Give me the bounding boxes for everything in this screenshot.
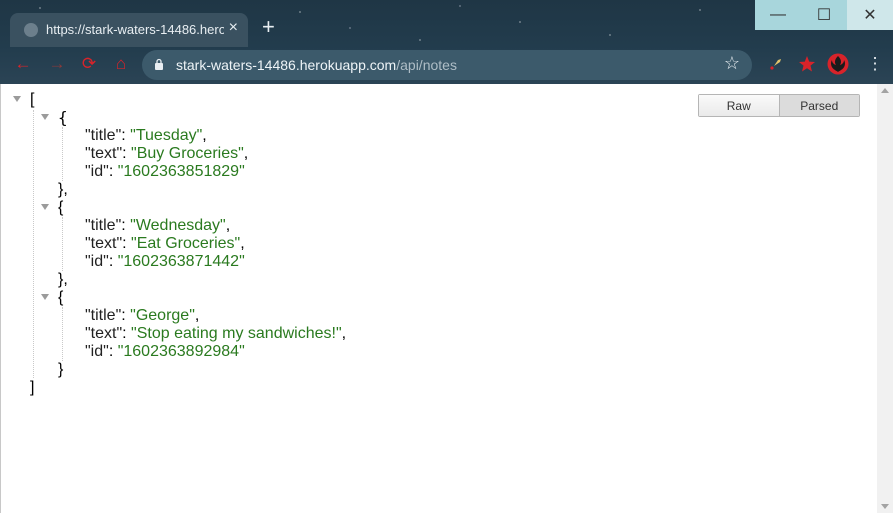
vertical-scrollbar[interactable] (877, 84, 893, 513)
json-string: "1602363871442" (117, 253, 245, 270)
json-view-toggle: Raw Parsed (698, 94, 860, 117)
forward-button[interactable]: → (46, 54, 68, 74)
minimize-button[interactable]: — (755, 0, 801, 30)
note-id-row: "id": "1602363851829" (85, 163, 245, 180)
tab-close-icon[interactable]: × (229, 19, 238, 37)
json-string: "Buy Groceries" (131, 145, 244, 162)
indent-guide (62, 217, 63, 271)
home-button[interactable]: ⌂ (110, 54, 132, 74)
note-title-row: "title": "Wednesday", (85, 217, 231, 234)
tab-favicon-icon (24, 23, 38, 37)
json-key: "title" (85, 127, 122, 144)
lock-icon (155, 58, 163, 70)
json-string: "Wednesday" (130, 217, 226, 234)
json-string: "1602363892984" (117, 343, 245, 360)
scroll-down-arrow-icon[interactable] (881, 504, 889, 509)
menu-kebab-icon[interactable]: ⋮ (864, 54, 886, 74)
json-key: "title" (85, 307, 122, 324)
close-window-button[interactable]: ✕ (847, 0, 893, 30)
json-key: "title" (85, 217, 122, 234)
note-text-row: "text": "Stop eating my sandwiches!", (85, 325, 347, 342)
collapse-object-arrow-icon[interactable] (41, 114, 49, 120)
object-close-brace: }, (58, 181, 68, 198)
back-button[interactable]: ← (12, 54, 34, 74)
json-string: "Eat Groceries" (131, 235, 241, 252)
collapse-root-arrow-icon[interactable] (13, 96, 21, 102)
raw-button[interactable]: Raw (699, 95, 780, 116)
note-text-row: "text": "Eat Groceries", (85, 235, 245, 252)
indent-guide (33, 110, 34, 378)
address-url: stark-waters-14486.herokuapp.com/api/not… (176, 57, 457, 73)
json-key: "text" (85, 325, 123, 342)
object-open-brace: { (58, 289, 64, 306)
note-title-row: "title": "George", (85, 307, 200, 324)
tab-title: https://stark-waters-14486.herok (46, 22, 224, 37)
note-text-row: "text": "Buy Groceries", (85, 145, 249, 162)
json-string: "Tuesday" (130, 127, 203, 144)
json-key: "text" (85, 235, 123, 252)
indent-guide (62, 127, 63, 181)
object-close-brace: } (58, 361, 64, 378)
json-string: "Stop eating my sandwiches!" (131, 325, 342, 342)
reload-button[interactable]: ⟳ (78, 54, 100, 74)
json-string: "George" (130, 307, 195, 324)
object-open-brace: { (58, 108, 68, 127)
note-id-row: "id": "1602363871442" (85, 253, 245, 270)
json-key: "id" (85, 253, 109, 270)
bookmark-star-icon[interactable]: ☆ (724, 53, 740, 74)
object-close-brace: }, (58, 271, 68, 288)
json-key: "id" (85, 343, 109, 360)
json-string: "1602363851829" (117, 163, 245, 180)
maximize-button[interactable]: ☐ (801, 0, 847, 30)
url-path: /api/notes (396, 57, 457, 73)
note-title-row: "title": "Tuesday", (85, 127, 207, 144)
browser-chrome: https://stark-waters-14486.herok × + — ☐… (0, 0, 893, 84)
browser-tab[interactable]: https://stark-waters-14486.herok × (10, 13, 248, 47)
object-open-brace: { (58, 199, 64, 216)
url-host: stark-waters-14486.herokuapp.com (176, 57, 397, 73)
rocket-extension-icon[interactable] (764, 52, 788, 76)
json-key: "text" (85, 145, 123, 162)
new-tab-button[interactable]: + (262, 16, 275, 38)
rebel-alliance-extension-icon[interactable] (826, 52, 850, 76)
red-star-extension-icon[interactable] (795, 52, 819, 76)
collapse-object-arrow-icon[interactable] (41, 294, 49, 300)
parsed-button[interactable]: Parsed (779, 95, 859, 116)
json-open-bracket: [ (30, 91, 35, 108)
indent-guide (62, 307, 63, 361)
json-key: "id" (85, 163, 109, 180)
json-close-bracket: ] (30, 379, 35, 396)
collapse-object-arrow-icon[interactable] (41, 204, 49, 210)
scroll-up-arrow-icon[interactable] (881, 88, 889, 93)
address-bar[interactable]: stark-waters-14486.herokuapp.com/api/not… (142, 50, 752, 80)
note-id-row: "id": "1602363892984" (85, 343, 245, 360)
